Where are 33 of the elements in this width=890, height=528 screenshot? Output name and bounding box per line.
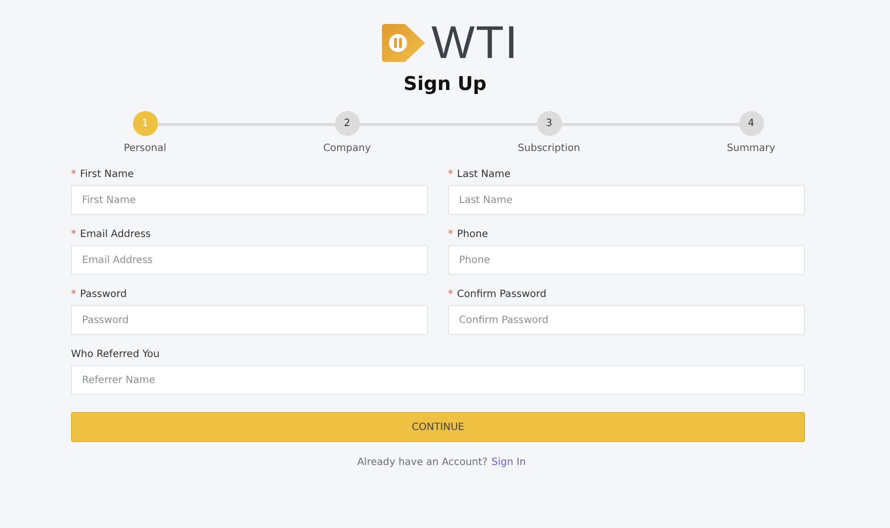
input-field[interactable]: First Name xyxy=(71,185,428,215)
input-field[interactable]: Referrer Name xyxy=(71,365,805,395)
input-field[interactable]: Email Address xyxy=(71,245,428,275)
step-label: Company xyxy=(323,143,371,154)
required-mark: * xyxy=(71,229,76,240)
field-label: Who Referred You xyxy=(71,349,160,360)
input-field[interactable]: Password xyxy=(71,305,428,335)
sign-in-link[interactable]: Sign In xyxy=(492,457,526,468)
step-label: Personal xyxy=(124,143,166,154)
required-mark: * xyxy=(71,169,76,180)
step-circle[interactable]: 2 xyxy=(334,111,360,136)
logo-text: WTI xyxy=(431,20,519,65)
input-field[interactable]: Phone xyxy=(448,245,805,275)
required-mark: * xyxy=(448,289,453,300)
field-label: Password xyxy=(80,289,127,300)
field-label: Email Address xyxy=(80,229,151,240)
step-label: Subscription xyxy=(518,143,580,154)
input-field[interactable]: Last Name xyxy=(448,185,805,215)
required-mark: * xyxy=(448,229,453,240)
field-label: Confirm Password xyxy=(457,289,546,300)
continue-button[interactable]: CONTINUE xyxy=(71,412,805,442)
field-label: Last Name xyxy=(457,169,511,180)
field-label: Phone xyxy=(457,229,488,240)
field-label: First Name xyxy=(80,169,134,180)
required-mark: * xyxy=(71,289,76,300)
input-field[interactable]: Confirm Password xyxy=(448,305,805,335)
footer-text: Already have an Account? xyxy=(357,457,488,468)
step-circle[interactable]: 3 xyxy=(536,111,562,136)
page-title: Sign Up xyxy=(402,72,488,97)
step-circle[interactable]: 4 xyxy=(738,111,764,136)
play-logo-icon xyxy=(381,22,428,64)
required-mark: * xyxy=(448,169,453,180)
step-label: Summary xyxy=(726,143,776,154)
